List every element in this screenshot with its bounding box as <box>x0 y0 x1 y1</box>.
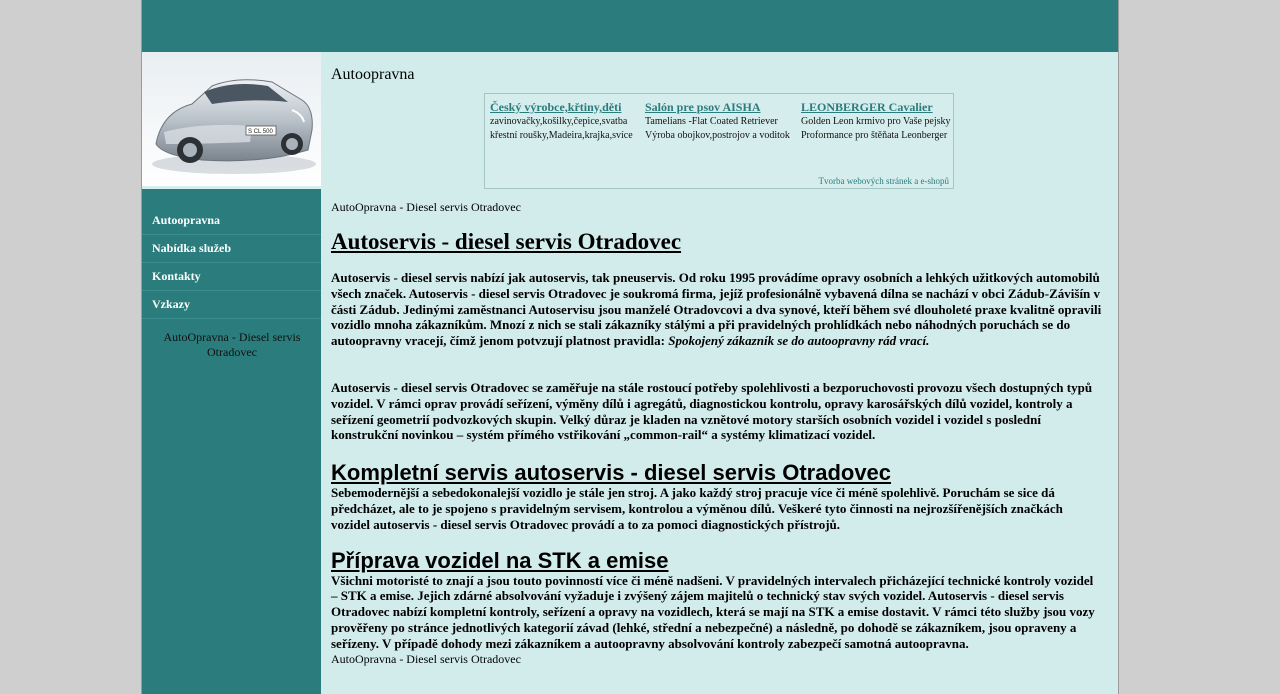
ad-link[interactable]: LEONBERGER Cavalier <box>801 99 951 115</box>
intro-paragraph: Autoservis - diesel servis nabízí jak au… <box>331 270 1103 349</box>
breadcrumb: AutoOpravna - Diesel servis Otradovec <box>331 200 521 214</box>
ad-box: Český výrobce,křtiny,děti zavinovačky,ko… <box>484 93 954 189</box>
article: Autoservis - diesel servis Otradovec Aut… <box>331 228 1103 666</box>
nav-item-autoopravna[interactable]: Autoopravna <box>142 207 321 235</box>
left-sidebar: S CL 500 Autoopravna Nabídka služeb Kont… <box>142 52 321 694</box>
header-car-image: S CL 500 <box>142 52 321 189</box>
ad-text: zavinovačky,košilky,čepice,svatba křestn… <box>490 116 633 141</box>
nav-item-vzkazy[interactable]: Vzkazy <box>142 291 321 319</box>
section-heading-stk: Příprava vozidel na STK a emise <box>331 547 669 573</box>
nav-item-nabidka-sluzeb[interactable]: Nabídka služeb <box>142 235 321 263</box>
footer-breadcrumb: AutoOpravna - Diesel servis Otradovec <box>331 651 521 666</box>
page-heading: Autoservis - diesel servis Otradovec <box>331 229 682 254</box>
header-bar <box>142 0 1118 52</box>
main-navigation: Autoopravna Nabídka služeb Kontakty Vzka… <box>142 207 321 319</box>
ad-text: Tamelians -Flat Coated Retriever Výroba … <box>645 116 790 141</box>
intro-quote: Spokojený zákazník se do autoopravny rád… <box>668 333 930 349</box>
section-heading-complete-service: Kompletní servis autoservis - diesel ser… <box>331 460 892 486</box>
ad-item: Salón pre psov AISHA Tamelians -Flat Coa… <box>645 99 795 143</box>
section-text-complete-service: Sebemodernější a sebedokonalejší vozidlo… <box>331 485 1063 532</box>
ad-footer-link[interactable]: Tvorba webových stránek a e-shopů <box>819 176 949 186</box>
page-wrapper: S CL 500 Autoopravna Nabídka služeb Kont… <box>141 0 1119 694</box>
ad-text: Golden Leon krmivo pro Vaše pejsky Profo… <box>801 116 951 141</box>
car-image: S CL 500 <box>142 52 321 186</box>
section-text-stk: Všichni motoristé to znají a jsou touto … <box>331 572 1095 651</box>
sidebar-text: AutoOpravna - Diesel servis Otradovec <box>163 330 301 359</box>
nav-item-kontakty[interactable]: Kontakty <box>142 263 321 291</box>
site-title: Autoopravna <box>331 66 415 83</box>
ad-item: Český výrobce,křtiny,děti zavinovačky,ko… <box>490 99 640 143</box>
ad-link[interactable]: Český výrobce,křtiny,děti <box>490 99 640 115</box>
services-paragraph: Autoservis - diesel servis Otradovec se … <box>331 379 1093 443</box>
ad-link[interactable]: Salón pre psov AISHA <box>645 99 795 115</box>
svg-text:S CL 500: S CL 500 <box>248 129 273 135</box>
ad-item: LEONBERGER Cavalier Golden Leon krmivo p… <box>801 99 951 143</box>
